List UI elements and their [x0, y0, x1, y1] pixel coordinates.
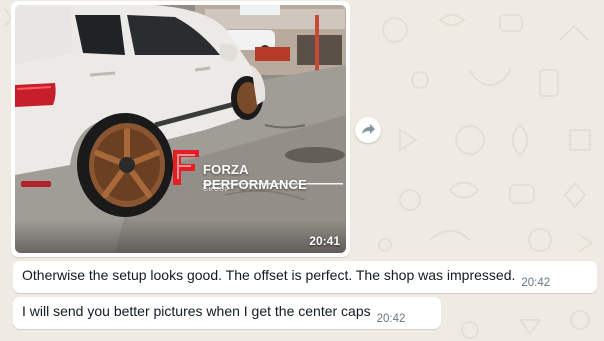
message-timestamp: 20:42	[521, 277, 551, 289]
message-bubble[interactable]: I will send you better pictures when I g…	[13, 297, 441, 329]
forward-icon	[362, 124, 375, 134]
image-timestamp: 20:41	[309, 234, 340, 248]
message-text: Otherwise the setup looks good. The offs…	[22, 267, 516, 283]
message-bubble[interactable]: Otherwise the setup looks good. The offs…	[13, 261, 597, 293]
message-text: I will send you better pictures when I g…	[22, 303, 371, 319]
message-timestamp: 20:42	[376, 313, 406, 325]
forward-button[interactable]	[355, 117, 381, 143]
watermark-sub: GROUP	[203, 187, 231, 193]
photo-shade	[15, 219, 346, 253]
image-message-bubble[interactable]: FORZA PERFORMANCE GROUP 20:41	[11, 1, 350, 257]
car-wheel-photo[interactable]: FORZA PERFORMANCE GROUP 20:41	[15, 5, 346, 253]
